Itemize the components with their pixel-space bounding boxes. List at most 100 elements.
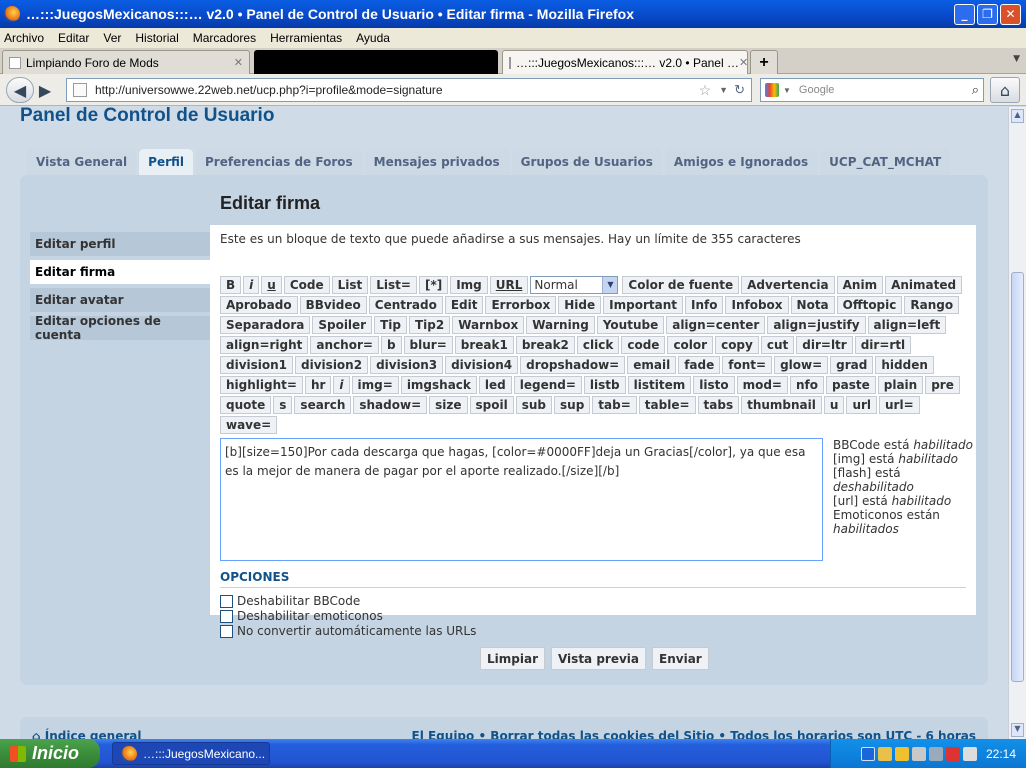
- bbcode-button[interactable]: division4: [445, 356, 519, 374]
- bbcode-button[interactable]: email: [627, 356, 677, 374]
- bbcode-button[interactable]: List: [331, 276, 369, 294]
- bbcode-button[interactable]: cut: [760, 336, 795, 354]
- checkbox[interactable]: [220, 609, 233, 623]
- bbcode-button[interactable]: size: [429, 396, 468, 414]
- bbcode-button[interactable]: table=: [638, 396, 696, 414]
- bbcode-button[interactable]: legend=: [513, 376, 582, 394]
- bbcode-button[interactable]: B: [220, 276, 242, 294]
- volume-icon[interactable]: [962, 746, 977, 761]
- footer-index-link[interactable]: ⌂ Índice general: [32, 729, 141, 739]
- tray-app-icon[interactable]: [877, 746, 892, 761]
- tab-vista-general[interactable]: Vista General: [27, 149, 137, 175]
- reload-icon[interactable]: ↻: [734, 82, 745, 98]
- bbcode-button[interactable]: Spoiler: [312, 316, 373, 334]
- bbcode-button[interactable]: tab=: [592, 396, 637, 414]
- bbcode-button[interactable]: b: [380, 336, 402, 354]
- menu-ayuda[interactable]: Ayuda: [356, 31, 390, 45]
- option-no-parse-urls[interactable]: No convertir automáticamente las URLs: [220, 624, 476, 638]
- bbcode-button[interactable]: spoil: [469, 396, 514, 414]
- bbcode-button[interactable]: break2: [515, 336, 575, 354]
- bbcode-button[interactable]: Youtube: [596, 316, 665, 334]
- sidebar-item-editar-perfil[interactable]: Editar perfil: [30, 232, 210, 256]
- bbcode-button[interactable]: Code: [283, 276, 330, 294]
- network-icon[interactable]: [928, 746, 943, 761]
- bbcode-button[interactable]: nfo: [790, 376, 825, 394]
- bbcode-button[interactable]: Errorbox: [485, 296, 557, 314]
- bbcode-button[interactable]: hidden: [875, 356, 934, 374]
- restore-button[interactable]: ❐: [977, 3, 998, 25]
- bbcode-button[interactable]: Centrado: [368, 296, 443, 314]
- address-bar[interactable]: http://universowwe.22web.net/ucp.php?i=p…: [66, 78, 752, 102]
- taskbar-item-firefox[interactable]: …:::JuegosMexicano...: [112, 742, 270, 765]
- bbcode-button[interactable]: Rango: [904, 296, 960, 314]
- bbcode-button[interactable]: code: [621, 336, 666, 354]
- bbcode-button[interactable]: plain: [877, 376, 924, 394]
- menu-marcadores[interactable]: Marcadores: [193, 31, 256, 45]
- browser-tab-redacted[interactable]: [254, 50, 498, 74]
- sidebar-item-editar-avatar[interactable]: Editar avatar: [30, 288, 210, 312]
- back-icon[interactable]: ◀: [6, 77, 34, 103]
- bbcode-button[interactable]: blur=: [403, 336, 453, 354]
- search-bar[interactable]: ▼ Google ⌕: [760, 78, 984, 102]
- bbcode-button[interactable]: Aprobado: [220, 296, 298, 314]
- shield-icon[interactable]: [894, 746, 909, 761]
- bbcode-button[interactable]: dropshadow=: [520, 356, 626, 374]
- bbcode-button[interactable]: division2: [295, 356, 369, 374]
- sidebar-item-editar-opciones[interactable]: Editar opciones de cuenta: [30, 314, 210, 342]
- bbcode-button[interactable]: Important: [603, 296, 683, 314]
- bbcode-button[interactable]: copy: [715, 336, 759, 354]
- bbcode-button[interactable]: Separadora: [220, 316, 311, 334]
- bbcode-button[interactable]: Advertencia: [741, 276, 835, 294]
- browser-tab-limpiando[interactable]: Limpiando Foro de Mods ✕: [2, 50, 250, 74]
- bbcode-button[interactable]: listitem: [627, 376, 692, 394]
- bbcode-button[interactable]: Warnbox: [452, 316, 525, 334]
- tab-list-icon[interactable]: ▼: [1013, 54, 1020, 64]
- url-dropdown-icon[interactable]: ▼: [719, 85, 728, 95]
- bbcode-button[interactable]: i: [243, 276, 260, 294]
- bbcode-button[interactable]: URL: [489, 276, 529, 294]
- bbcode-button[interactable]: [*]: [418, 276, 449, 294]
- close-tab-icon[interactable]: ✕: [739, 56, 747, 69]
- bbcode-button[interactable]: img=: [351, 376, 399, 394]
- bbcode-button[interactable]: Anim: [836, 276, 884, 294]
- reset-button[interactable]: Limpiar: [480, 647, 545, 670]
- bbcode-button[interactable]: sup: [554, 396, 591, 414]
- footer-links[interactable]: El Equipo • Borrar todas las cookies del…: [412, 729, 977, 739]
- new-tab-button[interactable]: +: [750, 50, 778, 74]
- home-icon[interactable]: ⌂: [990, 77, 1020, 103]
- scrollbar-thumb[interactable]: [1011, 272, 1024, 682]
- minimize-button[interactable]: _: [954, 3, 975, 25]
- bbcode-button[interactable]: glow=: [774, 356, 829, 374]
- sidebar-item-editar-firma[interactable]: Editar firma: [30, 260, 210, 284]
- bbcode-button[interactable]: grad: [830, 356, 874, 374]
- bbcode-button[interactable]: wave=: [220, 416, 278, 434]
- google-icon[interactable]: [765, 83, 779, 97]
- checkbox[interactable]: [220, 594, 233, 608]
- bbcode-button[interactable]: List=: [370, 276, 417, 294]
- close-window-button[interactable]: ✕: [1000, 3, 1021, 25]
- option-disable-emoticons[interactable]: Deshabilitar emoticonos: [220, 609, 383, 623]
- bbcode-button[interactable]: mod=: [736, 376, 788, 394]
- tab-preferencias-foros[interactable]: Preferencias de Foros: [196, 149, 362, 175]
- signature-textarea[interactable]: [b][size=150]Por cada descarga que hagas…: [220, 438, 823, 561]
- bbcode-button[interactable]: Img: [450, 276, 488, 294]
- page-scrollbar[interactable]: ▲ ▼: [1008, 107, 1026, 739]
- tray-app-icon[interactable]: [945, 746, 960, 761]
- bbcode-button[interactable]: Infobox: [725, 296, 789, 314]
- bbcode-button[interactable]: listo: [693, 376, 735, 394]
- bbcode-button[interactable]: search: [294, 396, 352, 414]
- bbcode-button[interactable]: imgshack: [400, 376, 477, 394]
- bbcode-button[interactable]: pre: [925, 376, 960, 394]
- forward-icon[interactable]: ▶: [34, 77, 56, 103]
- bbcode-button[interactable]: click: [576, 336, 620, 354]
- option-disable-bbcode[interactable]: Deshabilitar BBCode: [220, 594, 360, 608]
- bbcode-button[interactable]: Tip2: [409, 316, 451, 334]
- bbcode-button[interactable]: listb: [583, 376, 626, 394]
- bbcode-button[interactable]: fade: [678, 356, 721, 374]
- bbcode-button[interactable]: Color de fuente: [622, 276, 740, 294]
- bbcode-button[interactable]: BBvideo: [299, 296, 367, 314]
- bbcode-button[interactable]: u: [823, 396, 845, 414]
- bbcode-button[interactable]: division3: [370, 356, 444, 374]
- bbcode-button[interactable]: align=justify: [767, 316, 866, 334]
- bbcode-button[interactable]: Edit: [444, 296, 484, 314]
